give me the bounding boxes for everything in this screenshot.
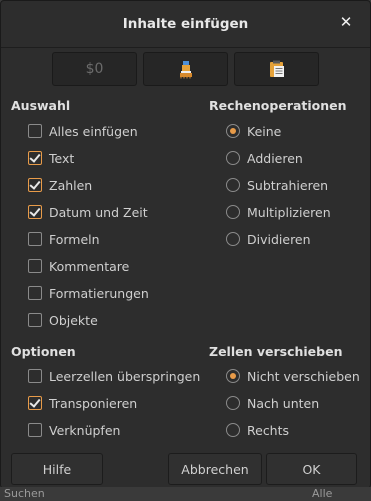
checkbox-skip-empty[interactable]: Leerzellen überspringen <box>28 367 200 385</box>
checkbox-label: Verknüpfen <box>49 422 121 438</box>
checkbox-label: Objekte <box>49 312 98 328</box>
radio-button[interactable] <box>226 369 240 383</box>
checkbox-date-time[interactable]: Datum und Zeit <box>28 203 148 221</box>
checkbox-paste-all[interactable]: Alles einfügen <box>28 122 138 140</box>
dialog-title: Inhalte einfügen <box>122 16 249 32</box>
radio-label: Nach unten <box>247 395 320 411</box>
paste-formats-button[interactable] <box>143 52 228 86</box>
paste-all-icon <box>269 60 284 77</box>
checkbox-objects[interactable]: Objekte <box>28 311 98 329</box>
checkbox[interactable] <box>28 369 42 383</box>
checkbox-label: Kommentare <box>49 258 130 274</box>
radio-label: Subtrahieren <box>247 177 329 193</box>
checkbox-label: Text <box>49 150 75 166</box>
checkbox-label: Datum und Zeit <box>49 204 148 220</box>
checkbox-numbers[interactable]: Zahlen <box>28 176 92 194</box>
checkbox-formats[interactable]: Formatierungen <box>28 284 149 302</box>
checkbox[interactable] <box>28 124 42 138</box>
ok-button[interactable]: OK <box>266 453 357 485</box>
cancel-button[interactable]: Abbrechen <box>168 453 262 485</box>
radio-button[interactable] <box>226 151 240 165</box>
radio-button[interactable] <box>226 124 240 138</box>
values-only-button[interactable]: $0 <box>52 52 137 86</box>
checkbox[interactable] <box>28 396 42 410</box>
title-separator <box>1 47 370 48</box>
radio-button[interactable] <box>226 232 240 246</box>
radio-shift-down[interactable]: Nach unten <box>226 394 319 412</box>
checkbox[interactable] <box>28 232 42 246</box>
radio-label: Addieren <box>247 150 303 166</box>
checkbox-label: Alles einfügen <box>49 123 138 139</box>
checkbox[interactable] <box>28 259 42 273</box>
checkbox[interactable] <box>28 205 42 219</box>
radio-label: Nicht verschieben <box>247 368 360 384</box>
radio-label: Rechts <box>247 422 290 438</box>
radio-subtract[interactable]: Subtrahieren <box>226 176 328 194</box>
paste-all-button[interactable] <box>234 52 319 86</box>
radio-label: Multiplizieren <box>247 204 331 220</box>
operations-heading: Rechenoperationen <box>209 98 347 113</box>
radio-dont-shift[interactable]: Nicht verschieben <box>226 367 360 385</box>
checkbox-label: Zahlen <box>49 177 93 193</box>
radio-add[interactable]: Addieren <box>226 149 303 167</box>
close-icon[interactable]: ✕ <box>338 13 354 33</box>
paste-formats-icon <box>179 61 192 79</box>
paste-special-dialog: Inhalte einfügen ✕ $0 Auswahl Alles einf… <box>0 0 371 489</box>
radio-divide[interactable]: Dividieren <box>226 230 311 248</box>
checkbox-label: Leerzellen überspringen <box>49 368 201 384</box>
checkbox[interactable] <box>28 178 42 192</box>
checkbox-label: Formatierungen <box>49 285 149 301</box>
checkbox-comments[interactable]: Kommentare <box>28 257 129 275</box>
background-toolbar: Suchen Alle suchen <box>0 487 371 501</box>
radio-none[interactable]: Keine <box>226 122 281 140</box>
checkbox[interactable] <box>28 313 42 327</box>
radio-button[interactable] <box>226 178 240 192</box>
help-button[interactable]: Hilfe <box>11 453 103 485</box>
radio-label: Dividieren <box>247 231 311 247</box>
checkbox-link[interactable]: Verknüpfen <box>28 421 120 439</box>
radio-multiply[interactable]: Multiplizieren <box>226 203 331 221</box>
options-heading: Optionen <box>11 344 76 359</box>
checkbox[interactable] <box>28 151 42 165</box>
checkbox-transpose[interactable]: Transponieren <box>28 394 137 412</box>
radio-button[interactable] <box>226 205 240 219</box>
checkbox-formulas[interactable]: Formeln <box>28 230 100 248</box>
checkbox-label: Formeln <box>49 231 100 247</box>
shift-cells-heading: Zellen verschieben <box>209 344 343 359</box>
dialog-titlebar: Inhalte einfügen ✕ <box>1 1 370 47</box>
radio-button[interactable] <box>226 423 240 437</box>
checkbox-text[interactable]: Text <box>28 149 74 167</box>
values-only-icon: $0 <box>85 61 104 77</box>
radio-label: Keine <box>247 123 282 139</box>
background-find-all-label: Alle suchen <box>312 487 351 501</box>
radio-shift-right[interactable]: Rechts <box>226 421 289 439</box>
selection-heading: Auswahl <box>11 98 71 113</box>
checkbox-label: Transponieren <box>49 395 138 411</box>
background-search-label: Suchen <box>4 487 45 500</box>
checkbox[interactable] <box>28 423 42 437</box>
checkbox[interactable] <box>28 286 42 300</box>
radio-button[interactable] <box>226 396 240 410</box>
